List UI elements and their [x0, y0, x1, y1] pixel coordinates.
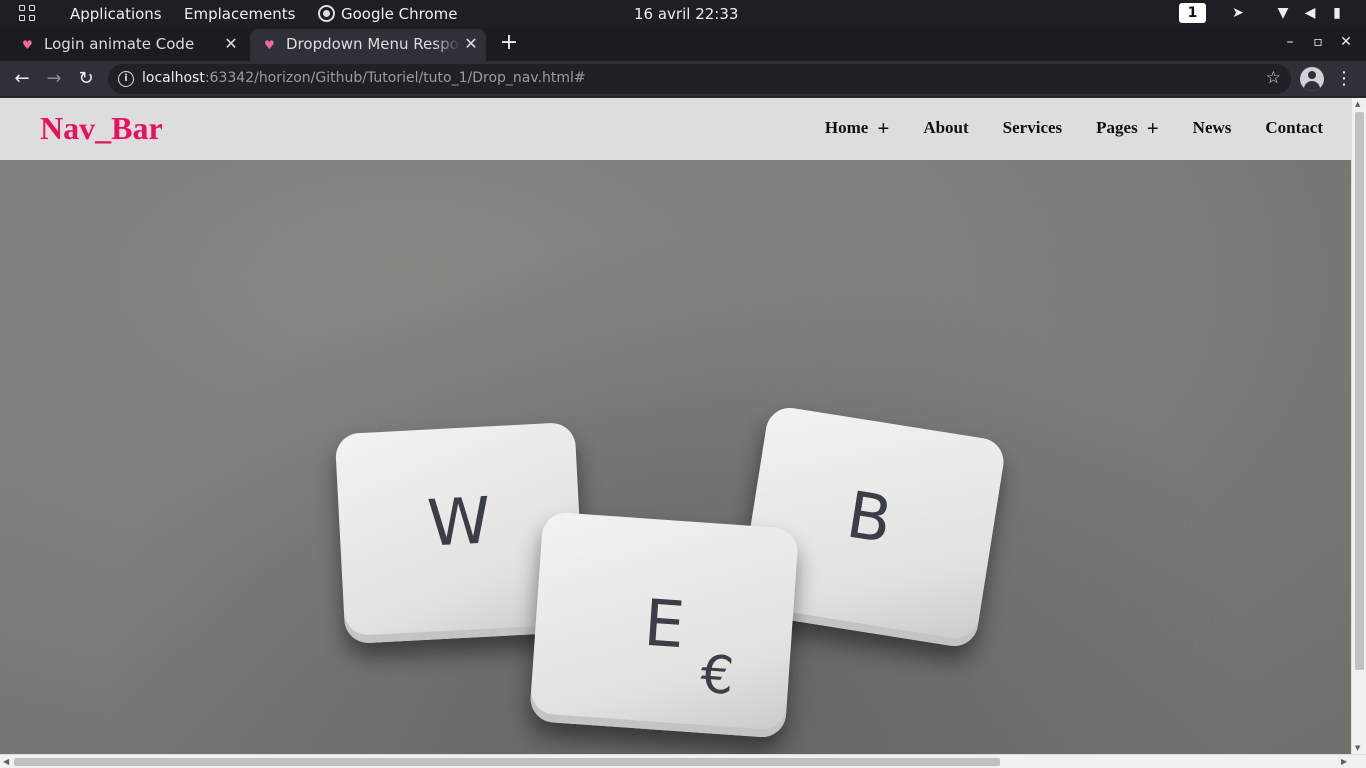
address-bar[interactable]: i localhost:63342/horizon/Github/Tutorie… [108, 64, 1291, 94]
system-top-bar: Applications Emplacements Google Chrome … [0, 0, 1366, 27]
profile-avatar-icon[interactable] [1300, 67, 1324, 91]
browser-menu-icon[interactable]: ⋮ [1334, 67, 1354, 91]
nav-contact-label: Contact [1265, 118, 1323, 137]
nav-news[interactable]: News [1193, 118, 1232, 138]
keycap-letter: W [425, 484, 493, 562]
url-path: :63342/horizon/Github/Tutoriel/tuto_1/Dr… [204, 70, 586, 86]
tab-dropdown-menu[interactable]: ♥ Dropdown Menu Responsive ✕ [250, 29, 486, 61]
url-text[interactable]: localhost:63342/horizon/Github/Tutoriel/… [142, 70, 586, 86]
scroll-left-icon[interactable]: ◀ [3, 757, 9, 766]
browser-toolbar: ← → ↻ i localhost:63342/horizon/Github/T… [0, 61, 1366, 97]
battery-icon[interactable]: ▮ [1331, 4, 1343, 22]
apps-grid-icon[interactable] [19, 5, 37, 23]
wifi-icon[interactable]: ▼ [1274, 4, 1292, 22]
clock[interactable]: 16 avril 22:33 [634, 5, 738, 23]
bookmark-star-icon[interactable]: ☆ [1266, 68, 1281, 88]
nav-pages[interactable]: Pages + [1096, 115, 1159, 140]
brand-logo[interactable]: Nav_Bar [40, 110, 163, 147]
keycap-letter: E [641, 586, 687, 664]
scroll-right-icon[interactable]: ▶ [1341, 757, 1347, 766]
workspace-indicator[interactable]: 1 [1179, 3, 1206, 23]
keycap-e: E € [528, 511, 800, 739]
new-tab-button[interactable]: + [498, 32, 520, 54]
keycap-euro-symbol: € [698, 644, 736, 707]
url-host: localhost [142, 70, 205, 86]
places-menu[interactable]: Emplacements [184, 5, 296, 23]
nav-about[interactable]: About [923, 118, 968, 138]
hero-image: W B E € [0, 160, 1351, 754]
active-app-menu[interactable]: Google Chrome [341, 5, 458, 23]
nav-services[interactable]: Services [1003, 118, 1062, 138]
minimize-button[interactable]: – [1281, 33, 1299, 51]
forward-button[interactable]: → [42, 67, 66, 91]
page-viewport: Nav_Bar Home + About Services Pages + News… [0, 98, 1351, 754]
keycap-letter: B [841, 478, 897, 559]
close-icon[interactable]: ✕ [462, 34, 480, 54]
telegram-icon[interactable]: ➤ [1229, 4, 1247, 22]
horizontal-scroll-thumb[interactable] [14, 758, 1000, 766]
scroll-down-icon[interactable]: ▼ [1355, 744, 1360, 752]
tab-login-animate[interactable]: ♥ Login animate Code ✕ [8, 29, 246, 61]
horizontal-scrollbar[interactable]: ◀ ▶ [0, 754, 1366, 768]
chrome-icon [318, 5, 335, 22]
nav-pages-label: Pages [1096, 118, 1138, 137]
nav-news-label: News [1192, 118, 1232, 137]
heart-icon: ♥ [264, 38, 275, 52]
plus-icon: + [877, 115, 890, 140]
nav-menu: Home + About Services Pages + News Contact [791, 115, 1323, 140]
plus-icon: + [1146, 115, 1159, 140]
tab-title: Dropdown Menu Responsive [286, 35, 460, 53]
site-navbar: Nav_Bar Home + About Services Pages + News… [0, 98, 1351, 160]
vertical-scrollbar[interactable]: ▲ ▼ [1351, 98, 1366, 754]
tab-strip: ♥ Login animate Code ✕ ♥ Dropdown Menu R… [0, 27, 1366, 61]
back-button[interactable]: ← [10, 67, 34, 91]
volume-icon[interactable]: ◀ [1301, 4, 1319, 22]
nav-services-label: Services [1002, 118, 1063, 137]
applications-menu[interactable]: Applications [70, 5, 162, 23]
heart-icon: ♥ [22, 38, 33, 52]
nav-contact[interactable]: Contact [1265, 118, 1323, 138]
reload-button[interactable]: ↻ [74, 67, 98, 91]
nav-home[interactable]: Home + [824, 115, 890, 140]
maximize-button[interactable]: ▫ [1309, 33, 1327, 51]
tab-title: Login animate Code [44, 35, 195, 53]
close-window-button[interactable]: ✕ [1337, 33, 1355, 51]
scroll-up-icon[interactable]: ▲ [1355, 100, 1360, 108]
vertical-scroll-thumb[interactable] [1355, 112, 1364, 670]
nav-home-label: Home [824, 118, 869, 137]
nav-about-label: About [923, 118, 969, 137]
close-icon[interactable]: ✕ [222, 34, 240, 54]
site-info-icon[interactable]: i [118, 71, 134, 87]
